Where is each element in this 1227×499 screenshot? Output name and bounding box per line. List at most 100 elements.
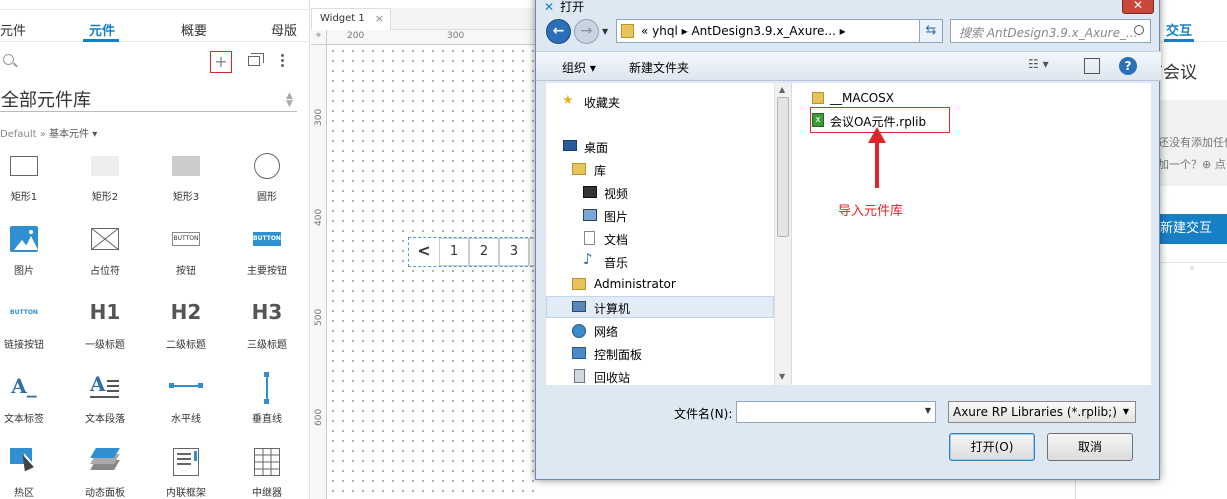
search-icon[interactable]	[3, 54, 14, 65]
add-icon[interactable]: +	[1156, 262, 1227, 274]
widget-hline[interactable]: 水平线	[151, 374, 221, 425]
ruler-label: 200	[347, 31, 365, 41]
duplicate-icon[interactable]	[248, 53, 264, 66]
inline-frame-icon	[173, 448, 199, 476]
widget-label: 矩形1	[10, 192, 38, 203]
active-tab-indicator	[83, 39, 119, 42]
widget-paragraph[interactable]: A 文本段落	[70, 372, 140, 425]
widget-rectangle1[interactable]: 矩形1	[0, 152, 59, 203]
open-button[interactable]: 打开(O)	[949, 433, 1035, 461]
close-button[interactable]: ✕	[1122, 0, 1154, 14]
widget-label: 矩形3	[172, 192, 200, 203]
network-icon	[572, 324, 586, 338]
page-1-button[interactable]: 1	[439, 238, 469, 266]
widget-circle[interactable]: 圆形	[232, 152, 302, 203]
pagination-widget[interactable]: < 1 2 3	[408, 237, 538, 267]
widget-vline[interactable]: 垂直线	[232, 372, 302, 425]
page-3-button[interactable]: 3	[499, 238, 529, 266]
file-item-macosx[interactable]: __MACOSX	[830, 91, 894, 105]
tab-interactions[interactable]: 交互	[1166, 20, 1192, 39]
widget-link-button[interactable]: BUTTON 链接按钮	[0, 300, 59, 351]
widget-heading2[interactable]: H2 二级标题	[151, 300, 221, 351]
widget-label: 垂直线	[252, 414, 282, 425]
widget-image[interactable]: 图片	[0, 226, 59, 277]
filename-input[interactable]: ▼	[736, 401, 936, 423]
view-options-icon[interactable]: ☷ ▾	[1028, 57, 1049, 71]
widget-button[interactable]: BUTTON 按钮	[151, 226, 221, 277]
address-bar[interactable]: « yhql ▸ AntDesign3.9.x_Axure... ▸	[616, 19, 941, 43]
tab-widget1[interactable]: Widget 1 ×	[311, 8, 391, 30]
dialog-title: ✕ 打开	[544, 0, 584, 15]
folder-icon	[621, 24, 634, 38]
breadcrumb-category[interactable]: 基本元件 ▾	[49, 129, 97, 140]
library-select[interactable]: 全部元件库	[0, 86, 297, 112]
nav-desktop[interactable]: 桌面	[584, 139, 608, 156]
chevron-down-icon[interactable]: ▼	[925, 406, 931, 415]
tab-widgets-partial[interactable]: 元件	[0, 20, 26, 39]
scroll-down-icon[interactable]: ▼	[779, 372, 785, 381]
widget-heading3[interactable]: H3 三级标题	[232, 300, 302, 351]
tab-widgets[interactable]: 元件	[89, 20, 115, 39]
add-library-button[interactable]: +	[210, 51, 232, 73]
nav-recycle-bin[interactable]: 回收站	[594, 369, 630, 386]
cancel-button[interactable]: 取消	[1047, 433, 1133, 461]
design-canvas[interactable]: Widget 1 × ⌖ 200 300 300 400 500 600 < 1…	[311, 0, 538, 499]
nav-scrollbar[interactable]: ▲ ▼	[774, 83, 791, 385]
more-options-icon[interactable]	[281, 54, 285, 68]
nav-video[interactable]: 视频	[604, 185, 628, 202]
nav-library[interactable]: 库	[594, 162, 606, 179]
arrow-line	[875, 135, 879, 188]
scroll-up-icon[interactable]: ▲	[779, 85, 785, 94]
widget-text-label[interactable]: A_ 文本标签	[0, 374, 59, 425]
widget-primary-button[interactable]: BUTTON 主要按钮	[232, 226, 302, 277]
page-2-button[interactable]: 2	[469, 238, 499, 266]
nav-music[interactable]: 音乐	[604, 254, 628, 271]
organize-button[interactable]: 组织 ▾	[562, 59, 596, 76]
nav-documents[interactable]: 文档	[604, 231, 628, 248]
nav-network[interactable]: 网络	[594, 323, 618, 340]
widget-label: 动态面板	[85, 488, 125, 499]
chevron-down-icon[interactable]: ▼	[1123, 402, 1129, 422]
folder-icon	[812, 92, 824, 104]
widget-placeholder[interactable]: 占位符	[70, 226, 140, 277]
nav-administrator[interactable]: Administrator	[594, 277, 676, 291]
search-input[interactable]: 搜索 AntDesign3.9.x_Axure_...	[950, 19, 1151, 43]
widget-dynamic-panel[interactable]: 动态面板	[70, 448, 140, 499]
new-interaction-button[interactable]: 新建交互	[1156, 214, 1227, 244]
widget-inline-frame[interactable]: 内联框架	[151, 448, 221, 499]
empty-hint-link[interactable]: 加一个？⊕ 点	[1158, 156, 1226, 172]
breadcrumb[interactable]: Default » 基本元件 ▾	[0, 125, 97, 140]
tab-masters[interactable]: 母版	[271, 20, 297, 39]
desktop-icon	[563, 140, 577, 151]
dialog-title-text: 打开	[560, 0, 585, 14]
nav-pictures[interactable]: 图片	[604, 208, 628, 225]
widget-hotspot[interactable]: 热区	[0, 448, 59, 499]
search-icon[interactable]	[1134, 25, 1144, 35]
widget-repeater[interactable]: 中继器	[232, 448, 302, 499]
image-icon	[10, 226, 38, 252]
left-tabs: 元件 元件 概要 母版	[0, 0, 309, 42]
nav-control-panel[interactable]: 控制面板	[594, 346, 642, 363]
scroll-thumb[interactable]	[777, 97, 789, 237]
tab-outline[interactable]: 概要	[181, 20, 207, 39]
widget-rectangle3[interactable]: 矩形3	[151, 152, 221, 203]
nav-computer[interactable]: 计算机	[594, 300, 630, 317]
widget-rectangle2[interactable]: 矩形2	[70, 152, 140, 203]
help-icon[interactable]: ?	[1119, 57, 1137, 75]
ruler-corner-icon[interactable]: ⌖	[311, 30, 327, 45]
address-path[interactable]: « yhql ▸ AntDesign3.9.x_Axure... ▸	[641, 24, 846, 38]
preview-pane-icon[interactable]	[1084, 58, 1100, 74]
history-dropdown-icon[interactable]: ▼	[602, 27, 608, 36]
breadcrumb-library[interactable]: Default	[0, 129, 37, 140]
filetype-select[interactable]: Axure RP Libraries (*.rplib;) ▼	[948, 401, 1136, 423]
refresh-button[interactable]: ⇆	[919, 19, 943, 43]
close-icon[interactable]: ×	[375, 9, 384, 29]
nav-favorites[interactable]: 收藏夹	[584, 94, 620, 111]
hotspot-icon	[10, 448, 38, 474]
back-button[interactable]: ←	[546, 19, 571, 44]
tab-label: Widget 1	[320, 13, 365, 24]
prev-page-button[interactable]: <	[409, 238, 439, 266]
forward-button[interactable]: →	[574, 19, 599, 44]
widget-heading1[interactable]: H1 一级标题	[70, 300, 140, 351]
new-folder-button[interactable]: 新建文件夹	[629, 59, 689, 76]
